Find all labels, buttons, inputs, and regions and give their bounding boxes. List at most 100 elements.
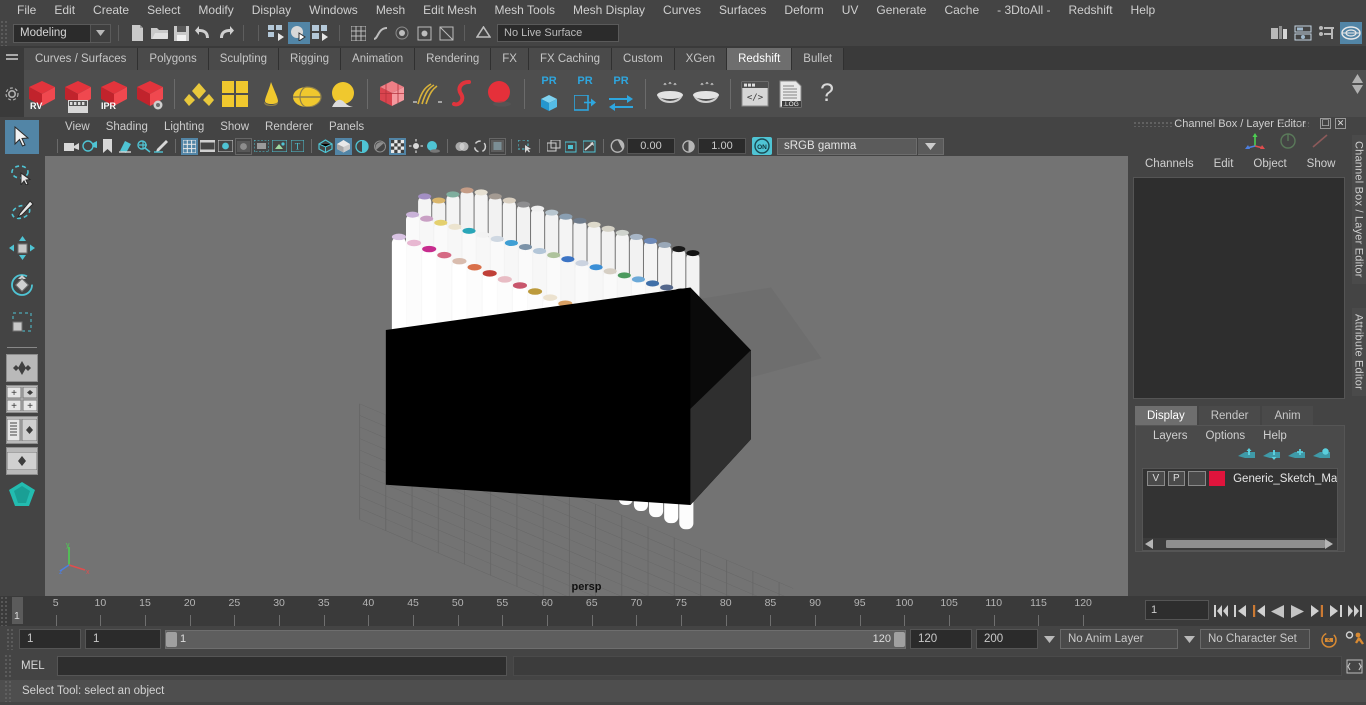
anim-layer-field[interactable]: No Anim Layer [1060,629,1178,649]
layer-list[interactable]: V P Generic_Sketch_Marke [1142,468,1338,551]
film-origin-icon[interactable] [253,138,270,155]
save-scene-icon[interactable] [170,22,192,44]
anim-end-time-field[interactable]: 200 [976,629,1038,649]
menu-item-select[interactable]: Select [138,0,189,20]
color-space-dropdown-arrow[interactable] [918,137,944,155]
scrollbar-thumb[interactable] [1165,540,1326,548]
shelf-button-redshift-bake-1[interactable] [652,74,688,114]
exposure-icon[interactable] [271,138,288,155]
menu-item-curves[interactable]: Curves [654,0,710,20]
time-slider[interactable]: 1 5 10 15 20 25 30 35 40 45 50 55 60 65 70 75 80 85 90 95 1… [0,596,1366,626]
shelf-button-redshift-log[interactable]: .LOG [773,74,809,114]
layer-menu-help[interactable]: Help [1254,430,1296,442]
select-tool-button[interactable] [5,120,39,154]
move-layer-up-icon[interactable] [1238,447,1255,465]
shelf-button-redshift-bake-2[interactable] [688,74,724,114]
tool-settings-icon[interactable] [1316,22,1338,44]
menu-item-uv[interactable]: UV [833,0,868,20]
channel-box-menu-channels[interactable]: Channels [1135,158,1204,170]
shelf-button-redshift-render-view[interactable]: RV [24,74,60,114]
shelf-button-redshift-render-sequence[interactable] [60,74,96,114]
exposure-dial-icon[interactable] [609,138,626,155]
shelf-tab-custom[interactable]: Custom [612,48,675,70]
character-set-field[interactable]: No Character Set [1200,629,1310,649]
side-tab-channel-box[interactable]: Channel Box / Layer Editor [1351,135,1366,284]
undo-icon[interactable] [192,22,214,44]
channel-box-content[interactable] [1133,177,1345,399]
wireframe-icon[interactable] [317,138,334,155]
select-by-object-icon[interactable] [288,22,310,44]
go-to-start-icon[interactable] [1213,601,1229,621]
menu-item-mesh-display[interactable]: Mesh Display [564,0,654,20]
shelf-tab-fx-caching[interactable]: FX Caching [528,48,613,70]
viewport-3d-scene[interactable]: y x z persp [45,156,1128,596]
step-forward-frame-icon[interactable] [1308,601,1324,621]
shelf-button-redshift-material[interactable] [181,74,217,114]
gate-mask-icon[interactable] [235,137,252,155]
viewport-menu-lighting[interactable]: Lighting [156,121,212,133]
shaded-wireframe-icon[interactable] [371,138,388,155]
shelf-button-redshift-hair[interactable] [410,74,446,114]
resolution-gate-icon[interactable] [217,138,234,155]
time-slider-grip[interactable] [0,596,9,626]
shelf-button-redshift-pr-export[interactable]: PR [567,74,603,114]
panel-grip[interactable] [1133,121,1173,127]
bookmark-icon[interactable] [99,138,116,155]
channel-box-icon[interactable] [1340,22,1362,44]
snap-view-plane-icon[interactable] [435,22,457,44]
command-output-field[interactable] [513,656,1342,676]
motion-blur-icon[interactable] [471,138,488,155]
go-to-end-icon[interactable] [1346,601,1362,621]
menu-item-redshift[interactable]: Redshift [1060,0,1122,20]
menu-item-windows[interactable]: Windows [300,0,367,20]
attribute-editor-icon[interactable] [1292,22,1314,44]
shelf-button-redshift-pr-transfer[interactable]: PR [603,74,639,114]
menu-item-edit[interactable]: Edit [45,0,84,20]
color-space-field[interactable]: sRGB gamma [777,137,917,155]
xray-active-icon[interactable] [563,138,580,155]
flat-shade-icon[interactable] [353,138,370,155]
lighting-icon[interactable] [407,138,424,155]
menu-item-help[interactable]: Help [1122,0,1165,20]
time-slider-ticks[interactable]: 1 5 10 15 20 25 30 35 40 45 50 55 60 65 70 75 80 85 90 95 1… [11,596,1139,626]
viewport-snapshot-icon[interactable] [581,138,598,155]
shadows-icon[interactable] [425,138,442,155]
layer-shading-toggle[interactable] [1188,471,1206,486]
lasso-select-tool-button[interactable] [5,157,39,191]
layer-color-swatch[interactable] [1208,471,1226,486]
shelf-button-redshift-sphere[interactable] [482,74,518,114]
command-language-label[interactable]: MEL [21,660,57,672]
shelf-button-redshift-dome-light[interactable] [289,74,325,114]
show-hide-editors-icon[interactable] [1268,22,1290,44]
shelf-options-icon[interactable] [0,70,24,117]
new-layer-from-selected-icon[interactable] [1313,447,1330,465]
play-backwards-icon[interactable] [1270,601,1286,621]
layer-playback-toggle[interactable]: P [1167,471,1186,486]
snap-grid-icon[interactable] [347,22,369,44]
shelf-button-redshift-script-editor[interactable]: </> [737,74,773,114]
range-end-time-field[interactable]: 120 [910,629,972,649]
menu-item-edit-mesh[interactable]: Edit Mesh [414,0,485,20]
rotate-tool-button[interactable] [5,268,39,302]
two-d-pan-zoom-icon[interactable] [135,138,152,155]
menu-item-surfaces[interactable]: Surfaces [710,0,775,20]
step-forward-keyframe-icon[interactable] [1327,601,1343,621]
shelf-tab-rendering[interactable]: Rendering [415,48,492,70]
command-line-grip[interactable] [4,654,13,678]
layer-visibility-toggle[interactable]: V [1147,471,1165,486]
shelf-button-redshift-physical-sun[interactable] [325,74,361,114]
character-set-dropdown-arrow[interactable] [1182,629,1196,649]
menu-item-3dtoall[interactable]: - 3DtoAll - [988,0,1059,20]
menu-item-create[interactable]: Create [84,0,138,20]
menu-item-mesh[interactable]: Mesh [367,0,414,20]
range-end-handle[interactable] [894,631,905,647]
shelf-button-redshift-proxy[interactable] [374,74,410,114]
anim-layer-dropdown-arrow[interactable] [1042,629,1056,649]
tab-anim[interactable]: Anim [1262,406,1313,425]
side-tab-attribute-editor[interactable]: Attribute Editor [1351,307,1366,396]
tab-display[interactable]: Display [1135,406,1197,425]
viewport-menu-shading[interactable]: Shading [98,121,156,133]
grid-toggle-icon[interactable] [181,137,198,155]
shelf-tab-bullet[interactable]: Bullet [792,48,845,70]
anim-start-time-field[interactable]: 1 [19,629,81,649]
